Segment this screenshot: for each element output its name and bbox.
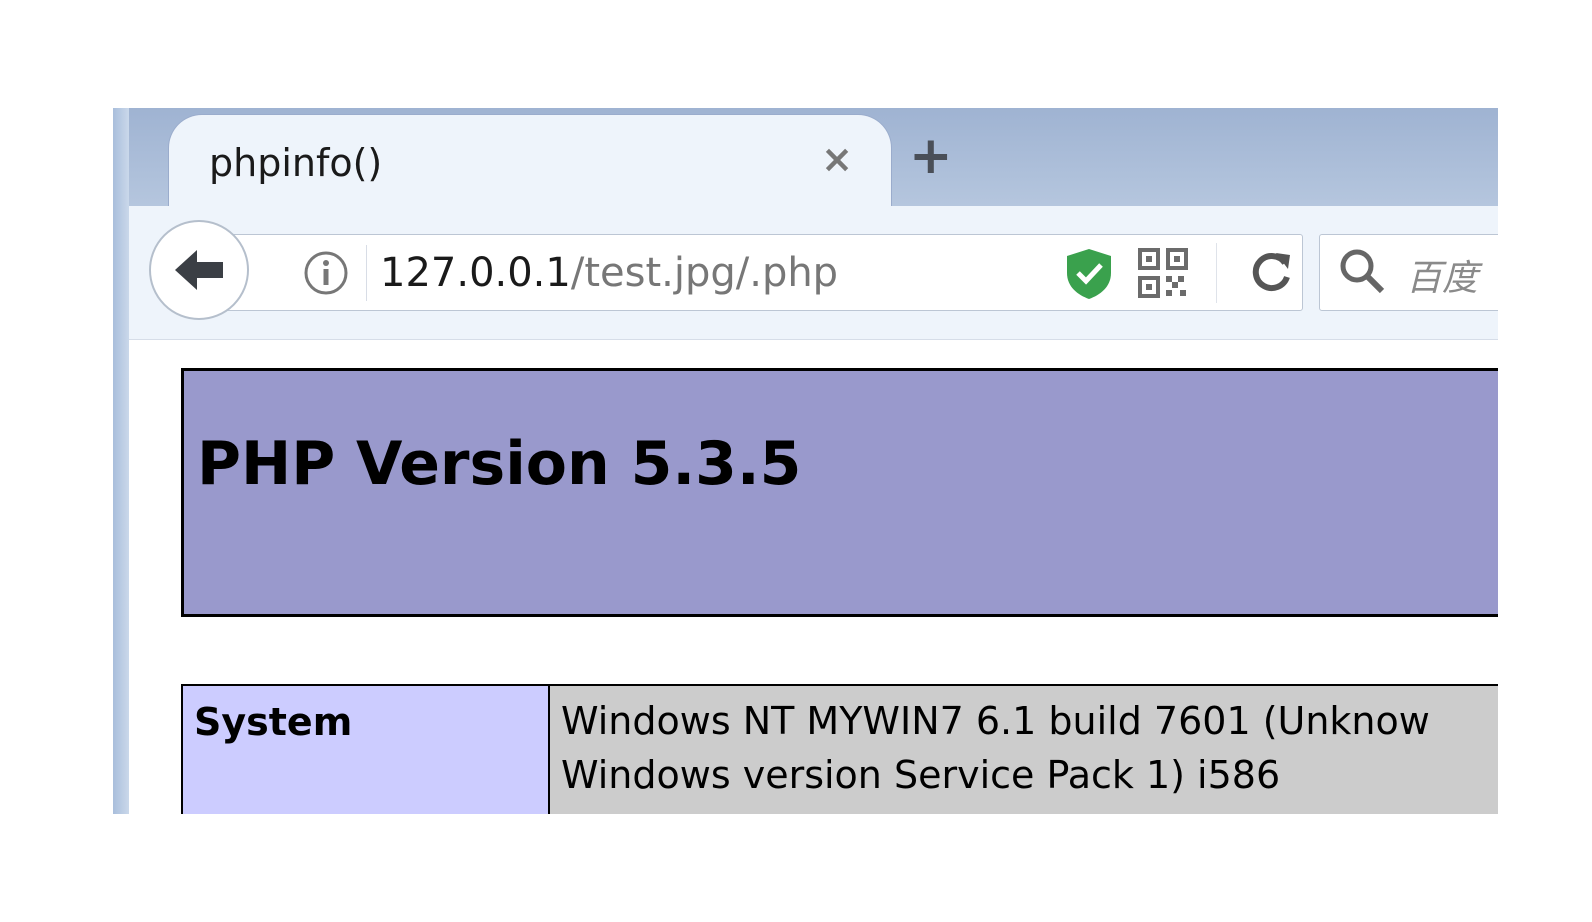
close-icon[interactable]: × — [821, 137, 853, 181]
info-icon[interactable] — [302, 249, 350, 301]
browser-window: phpinfo() × + 127.0.0.1/test.jpg/.php 百度… — [113, 108, 1498, 814]
tab-title: phpinfo() — [209, 141, 383, 185]
url-separator — [366, 245, 367, 301]
navigation-bar: 127.0.0.1/test.jpg/.php 百度 — [129, 206, 1498, 340]
url-path: /test.jpg/.php — [570, 250, 839, 296]
url-text[interactable]: 127.0.0.1/test.jpg/.php — [380, 245, 838, 301]
table-row: System Windows NT MYWIN7 6.1 build 7601 … — [181, 684, 1498, 814]
tab-phpinfo[interactable]: phpinfo() × — [168, 114, 892, 215]
url-host: 127.0.0.1 — [380, 250, 571, 296]
php-version-header: PHP Version 5.3.5 — [181, 368, 1498, 617]
search-icon[interactable] — [1338, 247, 1386, 299]
back-button[interactable] — [149, 220, 249, 320]
qr-code-icon[interactable] — [1138, 248, 1188, 302]
search-placeholder: 百度 — [1406, 258, 1479, 299]
window-left-edge — [113, 108, 129, 814]
reload-separator — [1216, 243, 1217, 303]
search-bar[interactable]: 百度 — [1319, 234, 1498, 311]
reload-icon[interactable] — [1248, 249, 1294, 299]
row-value: Windows NT MYWIN7 6.1 build 7601 (Unknow… — [548, 684, 1498, 814]
page-title: PHP Version 5.3.5 — [197, 429, 802, 499]
url-bar[interactable]: 127.0.0.1/test.jpg/.php — [201, 234, 1303, 311]
back-arrow-icon — [175, 250, 223, 290]
row-label: System — [181, 684, 550, 814]
shield-check-icon[interactable] — [1064, 247, 1114, 305]
new-tab-button[interactable]: + — [909, 126, 953, 186]
info-table: System Windows NT MYWIN7 6.1 build 7601 … — [181, 684, 1498, 814]
